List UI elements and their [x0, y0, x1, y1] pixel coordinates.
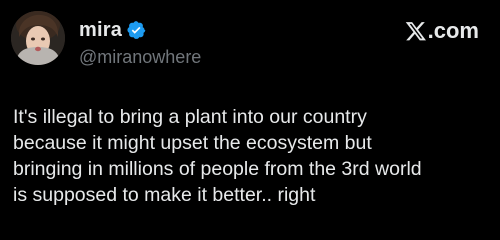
tweet-card: mira @miranowhere .com It's illegal to b…	[0, 0, 500, 240]
avatar[interactable]	[11, 11, 65, 65]
x-brand[interactable]: .com	[405, 18, 479, 44]
tweet-text: It's illegal to bring a plant into our c…	[13, 106, 422, 206]
author-display-name[interactable]: mira	[79, 19, 122, 42]
author-name-row[interactable]: mira	[79, 18, 146, 42]
author-handle[interactable]: @miranowhere	[79, 47, 201, 68]
verified-badge-icon	[126, 20, 146, 40]
x-logo-icon	[405, 20, 427, 42]
avatar-photo	[11, 11, 65, 65]
brand-domain-label: .com	[427, 18, 479, 43]
